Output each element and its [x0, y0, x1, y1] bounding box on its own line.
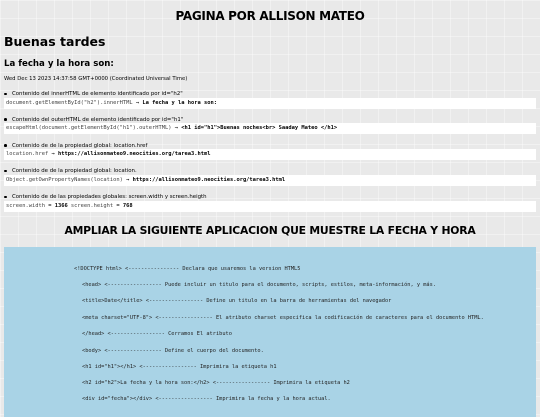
code-expression: Object.getOwnPropertyNames(location)	[6, 176, 123, 183]
item-description: Contenido de de las propiedades globales…	[12, 194, 207, 201]
item-description: Contenido de de la propiedad global: loc…	[12, 142, 148, 149]
arrow-icon: →	[126, 176, 130, 183]
bullet-icon	[4, 195, 7, 199]
code-panel-line: </head> <----------------- Cerramos El a…	[82, 331, 232, 337]
screen-width-value: 1366	[54, 202, 68, 209]
item-description: Contenido del innerHTML de elemento iden…	[12, 91, 183, 97]
bullet-icon	[4, 118, 7, 121]
code-panel-line: <h1 id="h1"></h1> <----------------- Imp…	[82, 364, 277, 370]
code-panel: <!DOCTYPE html> <---------------- Declar…	[4, 247, 536, 417]
code-panel-line: <meta charset="UTF-8"> <----------------…	[82, 315, 484, 321]
code-result: https://allisonmateo9.neocities.org/tare…	[57, 151, 211, 158]
code-panel-line: <head> <----------------- Puede incluir …	[82, 282, 436, 288]
code-result: <h1 id="h1">Buenas noches<br> Saaday Mat…	[181, 125, 338, 132]
bullet-icon	[4, 92, 7, 96]
screen-height-value: 768	[122, 202, 133, 209]
code-panel-line: <title>Date</title> <----------------- D…	[82, 298, 392, 304]
code-expression: location.href	[6, 151, 49, 158]
code-output: document.getElementById("h2").innerHTML …	[4, 97, 536, 109]
code-expression: escapeHtml(document.getElementById("h1")…	[6, 125, 172, 132]
code-panel-line: <body> <----------------- Define el cuer…	[82, 348, 264, 354]
code-output: location.href → https://allisonmateo9.ne…	[4, 149, 536, 161]
list-item: Contenido de de la propiedad global: loc…	[0, 143, 540, 169]
screen-height-expression: screen.height	[67, 202, 114, 209]
item-description: Contenido del outerHTML de elemento iden…	[12, 116, 184, 123]
code-output: screen.width = 1366 screen.height = 768	[4, 200, 536, 212]
code-result: La fecha y la hora son:	[142, 99, 217, 106]
code-panel-line: <div id="fecha"></div> <----------------…	[82, 396, 331, 402]
code-output: escapeHtml(document.getElementById("h1")…	[4, 123, 536, 135]
code-output: Object.getOwnPropertyNames(location) → h…	[4, 174, 536, 186]
greeting-heading: Buenas tardes	[4, 34, 106, 49]
arrow-icon: →	[135, 99, 140, 106]
page-title: PAGINA POR ALLISON MATEO	[175, 9, 365, 23]
code-panel-line: <h2 id="h2">La fecha y la hora son:</h2>…	[82, 380, 350, 386]
arrow-icon: →	[174, 125, 179, 132]
screen-width-expression: screen.width	[6, 202, 45, 209]
list-item: Contenido del innerHTML de elemento iden…	[0, 91, 540, 117]
bullet-icon	[4, 144, 7, 147]
code-panel-line: <!DOCTYPE html> <---------------- Declar…	[74, 266, 301, 272]
equals-sign: =	[44, 202, 55, 209]
list-item: Contenido de de la propiedad global: loc…	[0, 168, 540, 194]
bullet-icon	[4, 169, 7, 173]
date-subheading: La fecha y la hora son:	[4, 59, 114, 69]
equals-sign: =	[113, 202, 123, 209]
list-item: Contenido de de las propiedades globales…	[0, 194, 540, 220]
list-item: Contenido del outerHTML de elemento iden…	[0, 117, 540, 143]
code-result: https://allisonmateo9.neocities.org/tare…	[132, 176, 286, 183]
arrow-icon: →	[51, 151, 55, 158]
code-expression: document.getElementById("h2").innerHTML	[6, 99, 133, 106]
current-datetime: Wed Dec 13 2023 14:37:58 GMT+0000 (Coord…	[4, 76, 188, 82]
section-heading: AMPLIAR LA SIGUIENTE APLICACION QUE MUES…	[64, 224, 476, 237]
item-description: Contenido de de la propiedad global: loc…	[12, 168, 137, 175]
property-list: Contenido del innerHTML de elemento iden…	[0, 91, 540, 220]
